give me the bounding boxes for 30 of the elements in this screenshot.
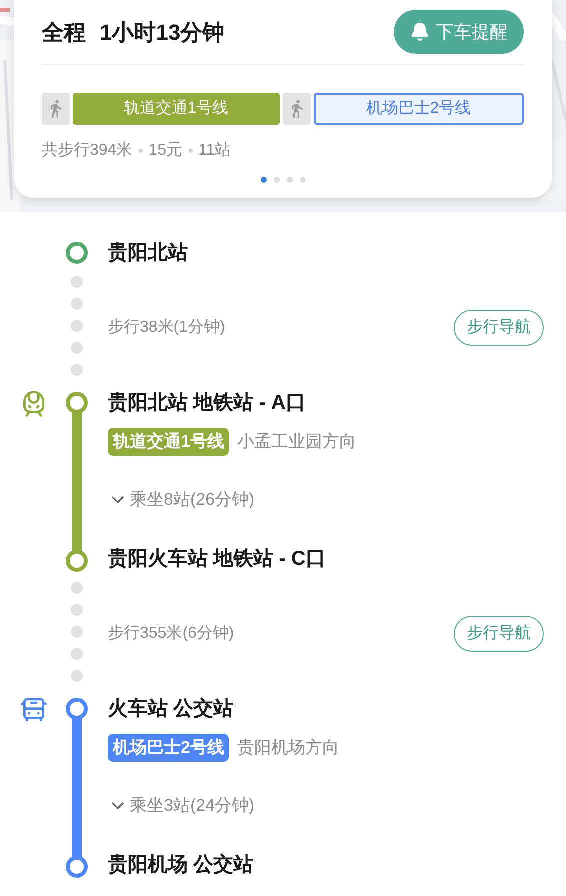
walk-info: 步行355米(6分钟): [108, 624, 234, 644]
line-tag: 轨道交通1号线: [108, 428, 230, 456]
route-stat: 11站: [198, 140, 232, 161]
ride-stops-toggle[interactable]: 乘坐8站(26分钟): [130, 487, 255, 513]
start-marker: [66, 242, 88, 264]
summary-label: 全程: [42, 18, 86, 46]
direction-text: 小孟工业园方向: [237, 431, 356, 454]
station-name: 贵阳北站: [107, 241, 188, 266]
station-name: 贵阳北站 地铁站 - A口: [108, 391, 307, 416]
station-name: 火车站 公交站: [108, 696, 235, 722]
bell-icon: [410, 22, 430, 42]
rail-segment: 轨道交通1号线: [73, 93, 280, 125]
route-stat: 15元: [148, 141, 182, 161]
station-name: 贵阳机场 公交站: [108, 852, 255, 878]
bus-segment: 机场巴士2号线: [314, 93, 524, 125]
stop-marker: [66, 856, 88, 878]
stop-marker: [66, 550, 88, 572]
station-name: 贵阳火车站 地铁站 - C口: [108, 546, 327, 572]
stop-marker: [66, 698, 88, 720]
route-stat: 共步行394米: [42, 140, 133, 161]
ride-stops-toggle[interactable]: 乘坐3站(24分钟): [130, 793, 255, 819]
walk-info: 步行38米(1分钟): [108, 318, 226, 338]
line-tag: 机场巴士2号线: [108, 734, 230, 762]
walk-navigation-button[interactable]: 步行导航: [454, 310, 544, 346]
total-duration: 1小时13分钟: [100, 18, 225, 46]
stop-marker: [66, 392, 88, 414]
bus-icon: [20, 696, 48, 724]
direction-text: 贵阳机场方向: [237, 737, 340, 760]
walk-navigation-button[interactable]: 步行导航: [454, 616, 544, 652]
alight-reminder-button[interactable]: 下车提醒: [394, 10, 524, 54]
